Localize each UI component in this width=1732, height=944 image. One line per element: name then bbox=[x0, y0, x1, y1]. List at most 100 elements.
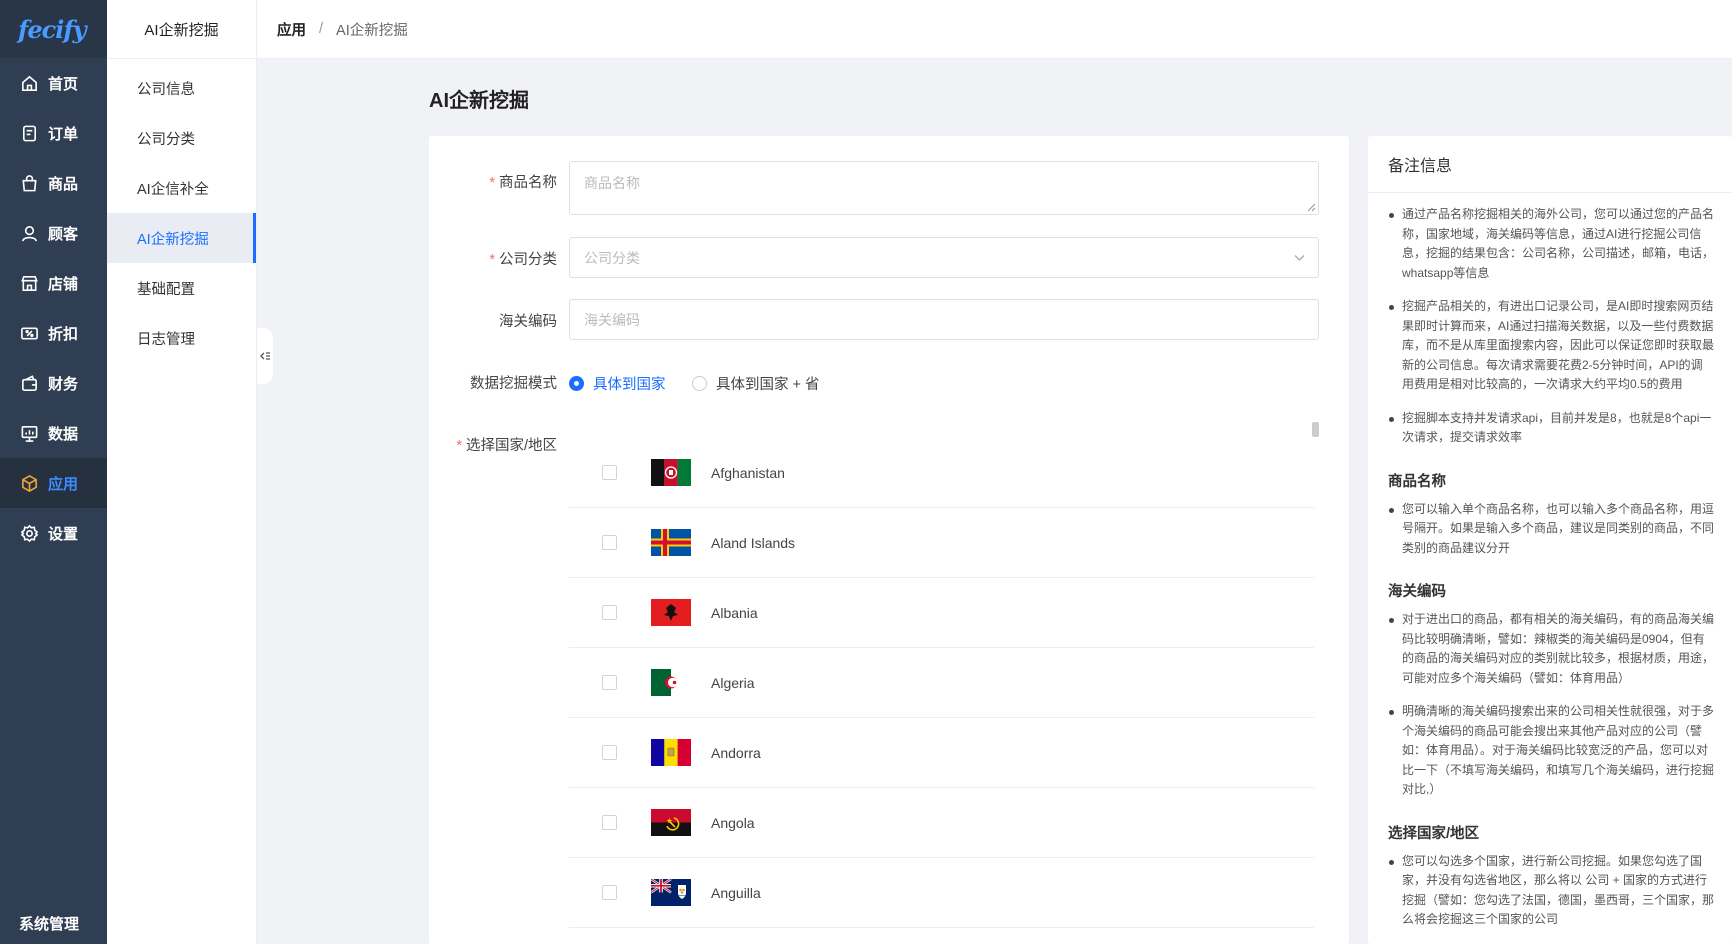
country-row-afghanistan[interactable]: Afghanistan bbox=[569, 438, 1314, 508]
product-label: * 商品名称 bbox=[489, 171, 557, 192]
country-row-algeria[interactable]: Algeria bbox=[569, 648, 1314, 718]
note-item: 对于进出口的商品，都有相关的海关编码，有的商品海关编码比较明确清晰，譬如：辣椒类… bbox=[1388, 610, 1714, 688]
nav-item-data[interactable]: 数据 bbox=[0, 408, 107, 458]
category-select[interactable]: 公司分类 bbox=[569, 237, 1319, 278]
subnav-item-log[interactable]: 日志管理 bbox=[107, 313, 256, 363]
category-label: * 公司分类 bbox=[489, 248, 557, 269]
mode-label: 数据挖掘模式 bbox=[470, 376, 557, 392]
store-icon bbox=[21, 275, 38, 291]
notes-title: 备注信息 bbox=[1368, 136, 1732, 193]
gear-icon bbox=[20, 524, 39, 542]
subnav-item-ai-mining[interactable]: AI企新挖掘 bbox=[107, 213, 256, 263]
country-name: Afghanistan bbox=[711, 464, 785, 481]
product-name-input[interactable]: 商品名称 bbox=[569, 161, 1319, 215]
nav-label: 商品 bbox=[48, 175, 79, 193]
country-name: Algeria bbox=[711, 674, 755, 691]
bag-icon bbox=[22, 174, 37, 191]
country-row-aland-islands[interactable]: Aland Islands bbox=[569, 508, 1314, 578]
note-item: 您可以勾选多个国家，进行新公司挖掘。如果您勾选了国家，并没有勾选省地区，那么将以… bbox=[1388, 852, 1714, 930]
label-text: 选择国家/地区 bbox=[465, 438, 557, 454]
collapse-sidebar-button[interactable] bbox=[257, 328, 273, 384]
checkbox[interactable] bbox=[602, 885, 617, 900]
country-name: Anguilla bbox=[711, 884, 761, 901]
nav-item-discount[interactable]: 折扣 bbox=[0, 308, 107, 358]
country-name: Albania bbox=[711, 604, 758, 621]
system-management[interactable]: 系统管理 bbox=[19, 913, 79, 934]
radio-dot bbox=[569, 376, 584, 391]
notes-panel: 备注信息 通过产品名称挖掘相关的海外公司，您可以通过您的产品名称，国家地域，海关… bbox=[1368, 136, 1732, 944]
country-row-albania[interactable]: Albania bbox=[569, 578, 1314, 648]
logo[interactable]: fecify bbox=[0, 0, 107, 58]
user-icon bbox=[22, 225, 37, 241]
note-item: 挖掘脚本支持并发请求api，目前并发是8，也就是8个api一次请求，提交请求效率 bbox=[1388, 409, 1714, 448]
radio-label: 具体到国家 + 省 bbox=[716, 377, 820, 393]
nav-item-home[interactable]: 首页 bbox=[0, 58, 107, 108]
angola-flag-icon bbox=[651, 809, 691, 836]
afghanistan-flag-icon bbox=[651, 459, 691, 486]
country-label: * 选择国家/地区 bbox=[456, 434, 557, 455]
label-text: 商品名称 bbox=[499, 175, 557, 191]
country-row-anguilla[interactable]: Anguilla bbox=[569, 858, 1314, 928]
subnav-item-base-config[interactable]: 基础配置 bbox=[107, 263, 256, 313]
page-title: AI企新挖掘 bbox=[429, 90, 529, 112]
breadcrumb-separator: / bbox=[319, 21, 324, 37]
radio-dot bbox=[692, 376, 707, 391]
country-list: Afghanistan Aland Islands Albania Algeri… bbox=[569, 438, 1314, 928]
nav-label: 财务 bbox=[48, 375, 79, 393]
logo-text: fecify bbox=[18, 14, 87, 44]
subnav-item-company-category[interactable]: 公司分类 bbox=[107, 113, 256, 163]
country-row-angola[interactable]: Angola bbox=[569, 788, 1314, 858]
main-sidebar: fecify 首页 订单 商品 顾客 店铺 折扣 财务 数据 应用 设置 系统管… bbox=[0, 0, 107, 944]
country-name: Aland Islands bbox=[711, 534, 796, 551]
breadcrumb-root[interactable]: 应用 bbox=[277, 19, 306, 40]
note-item: 通过产品名称挖掘相关的海外公司，您可以通过您的产品名称，国家地域，海关编码等信息… bbox=[1388, 205, 1714, 283]
radio-label: 具体到国家 bbox=[593, 377, 666, 393]
nav-item-settings[interactable]: 设置 bbox=[0, 508, 107, 558]
subnav-item-ai-complete[interactable]: AI企信补全 bbox=[107, 163, 256, 213]
mode-radio-country[interactable]: 具体到国家 bbox=[569, 373, 666, 394]
checkbox[interactable] bbox=[602, 675, 617, 690]
checkbox[interactable] bbox=[602, 535, 617, 550]
sub-sidebar: AI企新挖掘 公司信息 公司分类 AI企信补全 AI企新挖掘 基础配置 日志管理 bbox=[107, 0, 257, 944]
nav-item-store[interactable]: 店铺 bbox=[0, 258, 107, 308]
placeholder: 公司分类 bbox=[584, 249, 640, 266]
nav-item-finance[interactable]: 财务 bbox=[0, 358, 107, 408]
notes-section-hs: 海关编码 bbox=[1388, 584, 1446, 600]
resize-grip-icon[interactable] bbox=[1307, 203, 1316, 212]
home-icon bbox=[22, 75, 37, 91]
order-icon bbox=[22, 125, 37, 141]
anguilla-flag-icon bbox=[651, 879, 691, 906]
app-icon bbox=[22, 474, 37, 492]
checkbox[interactable] bbox=[602, 465, 617, 480]
nav-label: 店铺 bbox=[48, 275, 79, 293]
required-mark: * bbox=[489, 175, 495, 191]
checkbox[interactable] bbox=[602, 745, 617, 760]
label-text: 公司分类 bbox=[499, 252, 557, 268]
notes-section-country: 选择国家/地区 bbox=[1388, 825, 1480, 842]
nav-item-products[interactable]: 商品 bbox=[0, 158, 107, 208]
nav-label: 首页 bbox=[48, 75, 79, 93]
required-mark: * bbox=[489, 252, 495, 268]
breadcrumb-current: AI企新挖掘 bbox=[336, 22, 408, 39]
checkbox[interactable] bbox=[602, 605, 617, 620]
note-item: 挖掘产品相关的，有进出口记录公司，是AI即时搜索网页结果即时计算而来，AI通过扫… bbox=[1388, 297, 1714, 395]
country-list-scrollbar[interactable] bbox=[1312, 422, 1319, 437]
subnav-item-company-info[interactable]: 公司信息 bbox=[107, 63, 256, 113]
hs-code-input[interactable]: 海关编码 bbox=[569, 299, 1319, 340]
nav-item-customers[interactable]: 顾客 bbox=[0, 208, 107, 258]
nav-item-orders[interactable]: 订单 bbox=[0, 108, 107, 158]
subnav-title: AI企新挖掘 bbox=[107, 0, 256, 59]
mining-form: * 商品名称 商品名称 * 公司分类 公司分类 海关编码 海关编码 数据挖掘模式 具… bbox=[429, 136, 1349, 944]
mode-radio-country-province[interactable]: 具体到国家 + 省 bbox=[692, 373, 820, 394]
aland-islands-flag-icon bbox=[651, 529, 691, 556]
checkbox[interactable] bbox=[602, 815, 617, 830]
placeholder: 商品名称 bbox=[584, 175, 640, 191]
collapse-icon bbox=[260, 352, 270, 360]
hs-code-label: 海关编码 bbox=[499, 314, 557, 330]
nav-label: 折扣 bbox=[48, 325, 79, 343]
nav-item-apps[interactable]: 应用 bbox=[0, 458, 107, 508]
discount-icon bbox=[21, 326, 38, 340]
country-row-andorra[interactable]: Andorra bbox=[569, 718, 1314, 788]
note-item: 您可以输入单个商品名称，也可以输入多个商品名称，用逗号隔开。如果是输入多个商品，… bbox=[1388, 500, 1714, 559]
placeholder: 海关编码 bbox=[584, 311, 640, 328]
